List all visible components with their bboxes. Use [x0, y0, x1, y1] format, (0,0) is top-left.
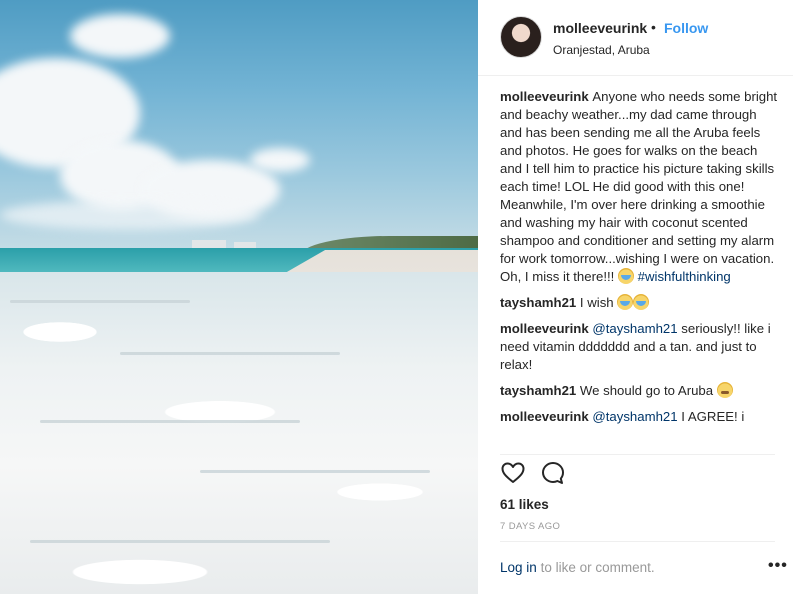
heart-outline-icon[interactable] [500, 460, 526, 486]
divider [500, 454, 775, 455]
wave-line [10, 300, 190, 303]
comment-username[interactable]: tayshamh21 [500, 383, 580, 398]
comment-username[interactable]: molleeveurink [500, 409, 592, 424]
cloud [250, 148, 310, 172]
likes-count[interactable]: 61 likes [500, 497, 549, 512]
wave-line [40, 420, 300, 423]
follow-button[interactable]: Follow [664, 20, 708, 36]
comment-username[interactable]: tayshamh21 [500, 295, 580, 310]
post-photo [0, 0, 478, 594]
crying-face-emoji-icon [618, 268, 634, 284]
cloud [0, 200, 260, 230]
sea-foam [0, 272, 478, 594]
ellipsis-icon[interactable]: ••• [768, 558, 788, 574]
comment-username[interactable]: molleeveurink [500, 321, 592, 336]
cloud [70, 14, 170, 58]
grinning-sweat-emoji-icon [716, 382, 733, 398]
post-timestamp: 7 DAYS AGO [500, 521, 561, 532]
comment-mention[interactable]: @tayshamh21 [592, 409, 677, 424]
author-username[interactable]: molleeveurink [553, 20, 647, 36]
caption-text: Anyone who needs some bright and beachy … [500, 89, 778, 284]
comments-list[interactable]: molleeveurink Anyone who needs some brigh… [500, 88, 780, 454]
comment-text: I wish [579, 295, 614, 310]
login-link[interactable]: Log in [500, 560, 537, 575]
wave-line [30, 540, 330, 543]
header-separator: • [651, 19, 656, 35]
comment-mention[interactable]: @tayshamh21 [592, 321, 677, 336]
hashtag-link[interactable]: #wishfulthinking [638, 269, 731, 284]
comment-item: tayshamh21 We should go to Aruba [500, 382, 780, 400]
location-link[interactable]: Oranjestad, Aruba [553, 43, 650, 57]
post-details-panel: molleeveurink • Follow Oranjestad, Aruba… [478, 0, 793, 594]
comment-text: I AGREE! i [681, 409, 745, 424]
crying-face-emoji-icon [617, 294, 634, 310]
wave-line [200, 470, 430, 473]
comment-text: We should go to Aruba [579, 383, 714, 398]
post-header: molleeveurink • Follow Oranjestad, Aruba [478, 0, 793, 76]
comment-item: molleeveurink @tayshamh21 I AGREE! i [500, 408, 780, 426]
action-bar [500, 460, 580, 492]
login-prompt-text: to like or comment. [540, 560, 655, 575]
login-prompt: Log in to like or comment. [500, 560, 655, 575]
caption: molleeveurink Anyone who needs some brigh… [500, 88, 780, 286]
comment-item: tayshamh21 I wish [500, 294, 780, 312]
caption-username[interactable]: molleeveurink [500, 89, 592, 104]
wave-line [120, 352, 340, 355]
crying-face-emoji-icon [633, 294, 650, 310]
avatar[interactable] [500, 16, 542, 58]
comment-item: molleeveurink @tayshamh21 seriously!! lik… [500, 320, 780, 374]
speech-bubble-icon[interactable] [540, 460, 566, 486]
divider [500, 541, 775, 542]
